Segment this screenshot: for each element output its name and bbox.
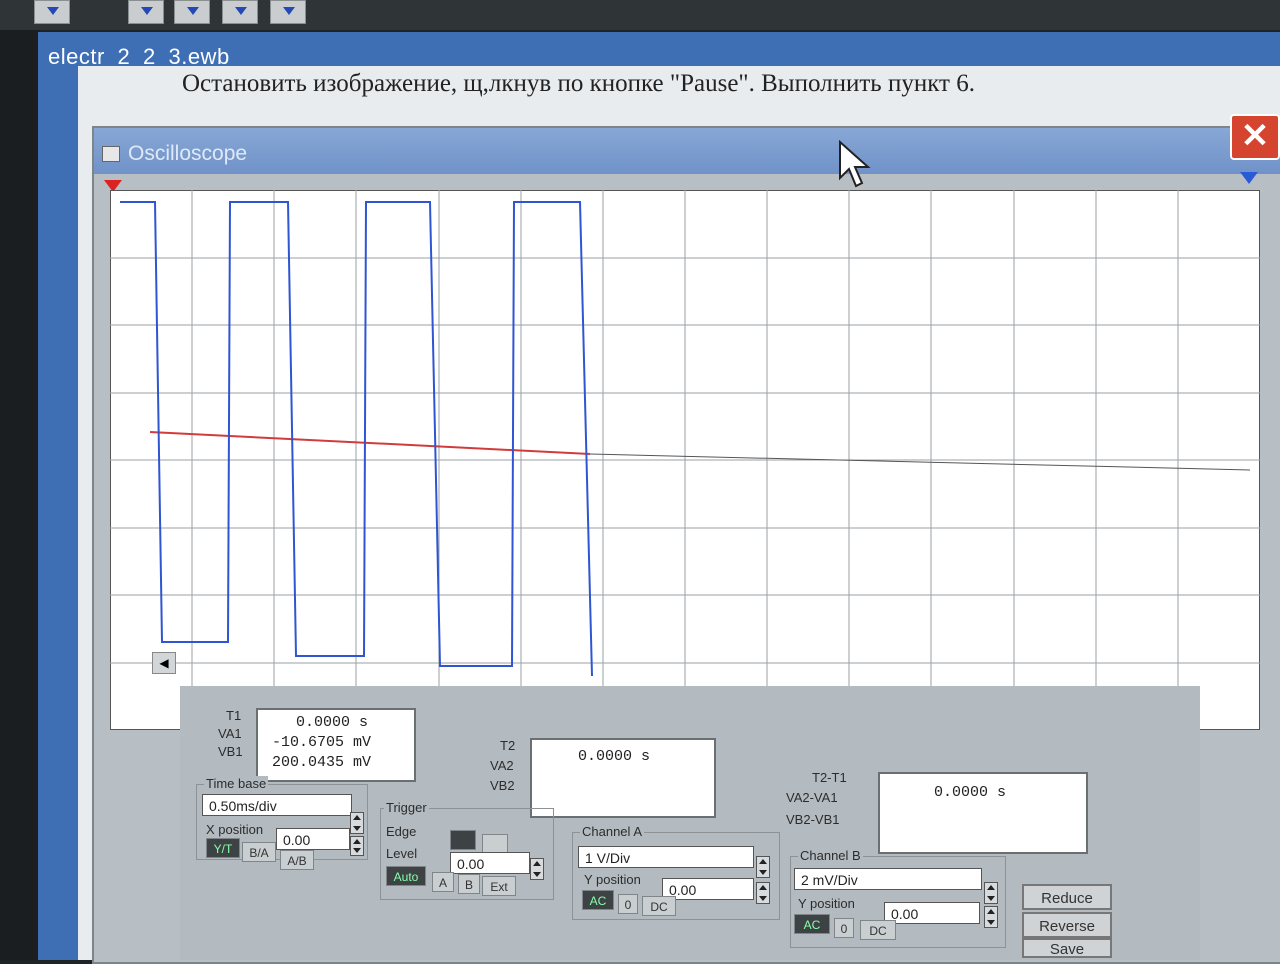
oscilloscope-titlebar[interactable]: Oscilloscope — [94, 128, 1280, 174]
channel-b-zero-button[interactable]: 0 — [834, 918, 854, 938]
trigger-level-field[interactable]: 0.00 — [450, 852, 530, 874]
close-button[interactable]: ✕ — [1230, 114, 1280, 160]
time-base-scale-field[interactable]: 0.50ms/div — [202, 794, 352, 816]
trigger-title: Trigger — [384, 800, 429, 815]
top-toolbar — [0, 0, 1280, 30]
scroll-left-button[interactable]: ◀ — [152, 652, 176, 674]
channel-b-y-position-label: Y position — [798, 896, 855, 911]
ab-mode-button[interactable]: A/B — [280, 850, 314, 870]
toolbar-button[interactable] — [270, 0, 306, 24]
channel-a-y-position-label: Y position — [584, 872, 641, 887]
trigger-auto-button[interactable]: Auto — [386, 866, 426, 886]
scope-display — [110, 190, 1260, 730]
x-position-label: X position — [206, 822, 264, 837]
trigger-level-spinner[interactable] — [530, 858, 544, 880]
ba-mode-button[interactable]: B/A — [242, 842, 276, 862]
va1-value: -10.6705 mV — [272, 734, 372, 751]
t2-t1-readout: 0.0000 s — [878, 772, 1088, 854]
vb2-vb1-label: VB2-VB1 — [786, 812, 840, 827]
channel-a-y-spinner[interactable] — [756, 882, 770, 904]
channel-b-ac-button[interactable]: AC — [794, 914, 830, 934]
toolbar-button[interactable] — [222, 0, 258, 24]
mouse-pointer-icon — [839, 140, 871, 188]
va1-label: VA1 — [218, 726, 242, 741]
channel-a-zero-button[interactable]: 0 — [618, 894, 638, 914]
va2-va1-label: VA2-VA1 — [786, 790, 838, 805]
oscilloscope-title: Oscilloscope — [128, 142, 248, 165]
channel-b-scale-spinner[interactable] — [984, 882, 998, 904]
x-position-field[interactable]: 0.00 — [276, 828, 350, 850]
reverse-button[interactable]: Reverse — [1022, 912, 1112, 938]
t2-t1-label: T2-T1 — [812, 770, 847, 785]
channel-b-y-position-field[interactable]: 0.00 — [884, 902, 980, 924]
window-icon — [102, 146, 120, 162]
channel-b-dc-button[interactable]: DC — [860, 920, 896, 940]
vb2-label: VB2 — [490, 778, 515, 793]
t2-label: T2 — [500, 738, 516, 753]
toolbar-button[interactable] — [34, 0, 70, 24]
yt-mode-button[interactable]: Y/T — [206, 838, 240, 858]
channel-b-title: Channel B — [798, 848, 863, 863]
time-base-title: Time base — [204, 776, 269, 791]
time-base-spinner[interactable] — [350, 812, 364, 834]
va2-label: VA2 — [490, 758, 514, 773]
t2-value: 0.0000 s — [578, 748, 651, 765]
channel-a-scale-spinner[interactable] — [756, 856, 770, 878]
edge-label: Edge — [386, 824, 417, 839]
level-label: Level — [386, 846, 418, 861]
trigger-ext-button[interactable]: Ext — [482, 876, 516, 896]
channel-a-title: Channel A — [580, 824, 644, 839]
instruction-text: Остановить изображение, щ,лкнув по кнопк… — [182, 70, 975, 97]
channel-a-dc-button[interactable]: DC — [642, 896, 676, 916]
toolbar-button[interactable] — [128, 0, 164, 24]
vb1-value: 200.0435 mV — [272, 754, 372, 771]
channel-b-scale-field[interactable]: 2 mV/Div — [794, 868, 982, 890]
trigger-b-button[interactable]: B — [458, 874, 480, 894]
x-position-spinner[interactable] — [350, 836, 364, 856]
channel-b-y-spinner[interactable] — [984, 906, 998, 928]
t2-readout: 0.0000 s — [530, 738, 716, 818]
t1-readout: 0.0000 s -10.6705 mV 200.0435 mV — [256, 708, 416, 782]
reduce-button[interactable]: Reduce — [1022, 884, 1112, 910]
channel-a-ac-button[interactable]: AC — [582, 890, 614, 910]
edge-falling-button[interactable] — [482, 834, 508, 854]
t1-value: 0.0000 s — [296, 714, 369, 731]
edge-rising-button[interactable] — [450, 830, 476, 850]
t1-label: T1 — [226, 708, 242, 723]
vb1-label: VB1 — [218, 744, 243, 759]
oscilloscope-screen — [110, 190, 1260, 730]
monitor-bezel — [0, 30, 40, 960]
trigger-a-button[interactable]: A — [432, 872, 454, 892]
save-button[interactable]: Save — [1022, 938, 1112, 958]
cursor-2-marker[interactable] — [1240, 172, 1258, 184]
toolbar-button[interactable] — [174, 0, 210, 24]
channel-a-scale-field[interactable]: 1 V/Div — [578, 846, 754, 868]
t2-t1-value: 0.0000 s — [934, 784, 1007, 801]
